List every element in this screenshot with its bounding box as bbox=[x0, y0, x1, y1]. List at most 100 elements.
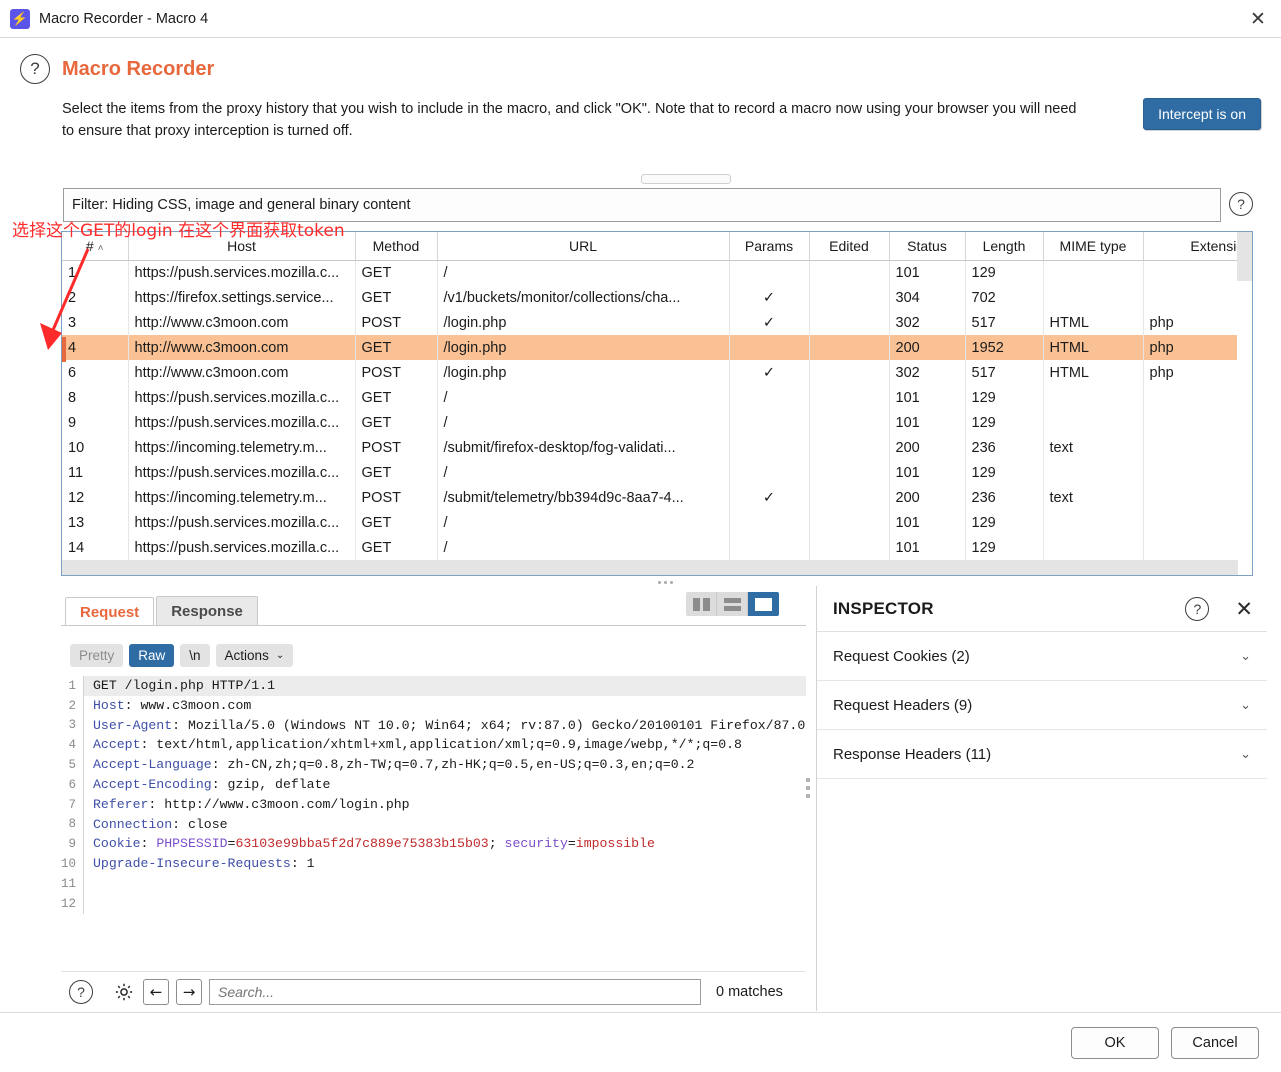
table-row[interactable]: 3 http://www.c3moon.com POST/login.php ✓ 302… bbox=[62, 310, 1252, 335]
table-row[interactable]: 14 https://push.services.mozilla.c... GET /… bbox=[62, 535, 1252, 560]
proxy-history-table[interactable]: # ˄ Host Method URL Params Edited Status … bbox=[61, 231, 1253, 576]
table-row[interactable]: 8 https://push.services.mozilla.c... GET/ 1… bbox=[62, 385, 1252, 410]
layout-toggle-group bbox=[686, 592, 779, 616]
column-header-method[interactable]: Method bbox=[355, 232, 438, 261]
line-number: 11 bbox=[61, 876, 77, 891]
line-number: 8 bbox=[68, 817, 76, 832]
chevron-down-icon[interactable]: ⌄ bbox=[1240, 698, 1251, 713]
table-row[interactable]: 4 http://www.c3moon.com GET/login.php 200 19… bbox=[62, 335, 1252, 360]
gear-icon[interactable] bbox=[112, 980, 136, 1004]
cell-host: https://push.services.mozilla.c... bbox=[128, 460, 356, 485]
code-text[interactable]: Accept-Encoding: gzip, deflate bbox=[83, 774, 806, 795]
request-code-editor[interactable]: 1 GET /login.php HTTP/1.1 2 Host: www.c3moo… bbox=[61, 676, 806, 968]
find-prev-icon[interactable]: ← bbox=[143, 978, 169, 1005]
title-bar: ⚡ Macro Recorder - Macro 4 ✕ bbox=[0, 0, 1281, 38]
filter-help-icon[interactable]: ? bbox=[1229, 192, 1253, 216]
cell-edited bbox=[809, 335, 890, 360]
code-text[interactable]: GET /login.php HTTP/1.1 bbox=[83, 676, 806, 696]
line-number: 6 bbox=[68, 777, 76, 792]
code-text[interactable] bbox=[83, 893, 806, 914]
newline-button[interactable]: \n bbox=[180, 644, 210, 667]
table-row[interactable]: 11 https://push.services.mozilla.c... GET /… bbox=[62, 460, 1252, 485]
code-text[interactable]: Host: www.c3moon.com bbox=[83, 695, 806, 716]
search-input[interactable] bbox=[209, 978, 701, 1005]
code-token: Upgrade-Insecure-Requests bbox=[93, 856, 291, 872]
chevron-down-icon[interactable]: ⌄ bbox=[1240, 747, 1251, 762]
chevron-down-icon[interactable]: ⌄ bbox=[1240, 649, 1251, 664]
code-token: Accept-Encoding bbox=[93, 776, 212, 792]
column-header-url[interactable]: URL bbox=[437, 232, 730, 261]
ok-button[interactable]: OK bbox=[1071, 1026, 1159, 1059]
inspector-help-icon[interactable]: ? bbox=[1185, 596, 1210, 621]
code-text[interactable]: Accept: text/html,application/xhtml+xml,… bbox=[83, 735, 806, 756]
table-row[interactable]: 1 https://push.services.mozilla.c... GET/1… bbox=[62, 260, 1252, 285]
find-next-icon[interactable]: → bbox=[176, 978, 202, 1005]
inspector-section[interactable]: Response Headers (11) ⌄ bbox=[817, 730, 1267, 779]
code-text[interactable]: Upgrade-Insecure-Requests: 1 bbox=[83, 854, 806, 874]
table-vertical-scroll-thumb[interactable] bbox=[1237, 232, 1252, 281]
code-line: 8 Connection: close bbox=[61, 814, 806, 835]
panel-resize-grip[interactable] bbox=[641, 174, 731, 184]
table-horizontal-scrollbar[interactable] bbox=[62, 560, 1239, 575]
code-text[interactable]: Accept-Language: zh-CN,zh;q=0.8,zh-TW;q=… bbox=[83, 755, 806, 775]
find-help-icon[interactable]: ? bbox=[69, 979, 93, 1004]
cell-url: / bbox=[437, 260, 730, 285]
close-icon[interactable]: ✕ bbox=[1235, 0, 1281, 37]
code-text[interactable]: User-Agent: Mozilla/5.0 (Windows NT 10.0… bbox=[83, 715, 806, 736]
table-row[interactable]: 10 https://incoming.telemetry.m... POST/su… bbox=[62, 435, 1252, 460]
intercept-toggle-button[interactable]: Intercept is on bbox=[1143, 98, 1261, 130]
table-row[interactable]: 12 https://incoming.telemetry.m... POST/su… bbox=[62, 485, 1252, 510]
code-text[interactable]: Referer: http://www.c3moon.com/login.php bbox=[83, 794, 806, 815]
editor-resize-grip[interactable] bbox=[806, 778, 810, 798]
code-token: Referer bbox=[93, 796, 149, 812]
cell-method: GET bbox=[355, 510, 438, 535]
cell-length: 236 bbox=[965, 485, 1044, 510]
tab-request[interactable]: Request bbox=[65, 597, 155, 626]
code-text[interactable]: Connection: close bbox=[83, 814, 806, 835]
help-icon[interactable]: ? bbox=[20, 54, 50, 84]
stacked-layout-icon[interactable] bbox=[717, 592, 748, 616]
cell-url: /login.php bbox=[437, 310, 730, 335]
inspector-panel: INSPECTOR ? ✕ Request Cookies (2) ⌄ Reques… bbox=[816, 586, 1267, 1011]
single-pane-layout-icon[interactable] bbox=[748, 592, 779, 616]
cell-num: 11 bbox=[62, 460, 129, 485]
table-row[interactable]: 9 https://push.services.mozilla.c... GET/ 1… bbox=[62, 410, 1252, 435]
code-token: GET /login.php HTTP/1.1 bbox=[93, 678, 276, 693]
pretty-button[interactable]: Pretty bbox=[70, 644, 124, 667]
inspector-close-icon[interactable]: ✕ bbox=[1235, 597, 1253, 621]
actions-button[interactable]: Actions ⌄ bbox=[215, 644, 294, 667]
column-header-edited[interactable]: Edited bbox=[809, 232, 890, 261]
code-text[interactable]: Cookie: PHPSESSID = 63103e99bba5f2d7c889e7… bbox=[83, 834, 806, 855]
cell-edited bbox=[809, 435, 890, 460]
inspector-section[interactable]: Request Cookies (2) ⌄ bbox=[817, 632, 1267, 681]
cell-host: https://push.services.mozilla.c... bbox=[128, 510, 356, 535]
raw-button[interactable]: Raw bbox=[129, 644, 175, 667]
cell-edited bbox=[809, 485, 890, 510]
table-row[interactable]: 13 https://push.services.mozilla.c... GET /… bbox=[62, 510, 1252, 535]
cell-method: GET bbox=[355, 260, 438, 285]
column-header-params[interactable]: Params bbox=[729, 232, 810, 261]
inspector-section-label: Request Cookies (2) bbox=[833, 647, 970, 665]
cell-length: 129 bbox=[965, 510, 1044, 535]
cancel-button[interactable]: Cancel bbox=[1171, 1026, 1259, 1059]
table-row[interactable]: 2 https://firefox.settings.service... GET /… bbox=[62, 285, 1252, 310]
column-header-status[interactable]: Status bbox=[889, 232, 966, 261]
cell-host: http://www.c3moon.com bbox=[128, 310, 356, 335]
inspector-section[interactable]: Request Headers (9) ⌄ bbox=[817, 681, 1267, 730]
cell-mime: text bbox=[1043, 435, 1144, 460]
table-horizontal-scroll-thumb[interactable] bbox=[62, 560, 1238, 575]
cell-mime: text bbox=[1043, 485, 1144, 510]
table-vertical-scrollbar[interactable] bbox=[1237, 232, 1252, 575]
cell-host: http://www.c3moon.com bbox=[128, 335, 356, 360]
table-row[interactable]: 6 http://www.c3moon.com POST/login.php ✓ 302… bbox=[62, 360, 1252, 385]
cell-status: 101 bbox=[889, 385, 966, 410]
cell-status: 200 bbox=[889, 335, 966, 360]
code-text[interactable] bbox=[83, 873, 806, 894]
cell-mime: HTML bbox=[1043, 360, 1144, 385]
actions-label: Actions bbox=[224, 648, 269, 663]
tab-response[interactable]: Response bbox=[156, 596, 258, 625]
column-header-length[interactable]: Length bbox=[965, 232, 1044, 261]
column-header-mime[interactable]: MIME type bbox=[1043, 232, 1144, 261]
table-resize-grip[interactable] bbox=[650, 577, 680, 587]
two-column-layout-icon[interactable] bbox=[686, 592, 717, 616]
